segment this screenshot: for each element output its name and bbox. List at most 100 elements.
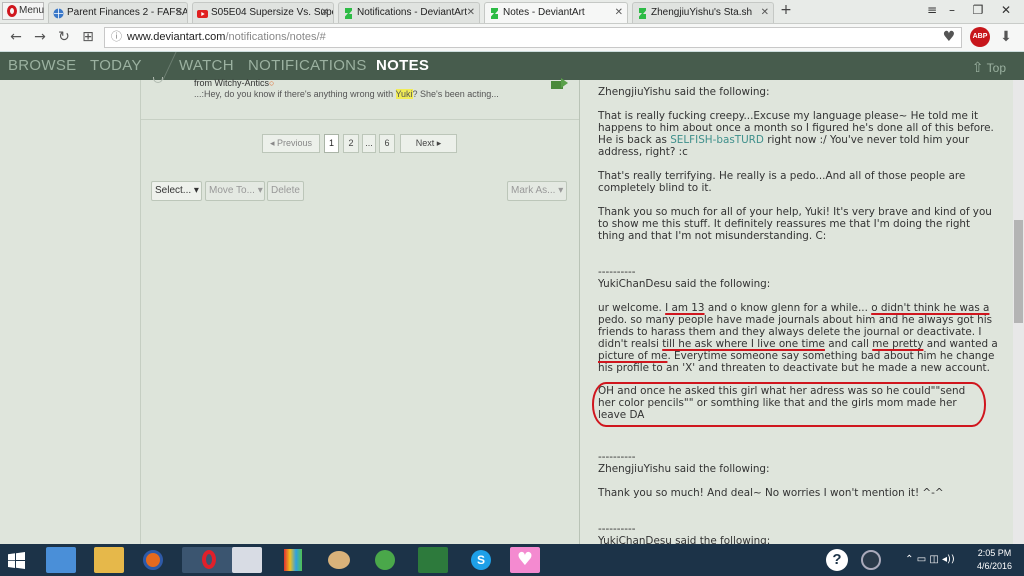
up-arrow-icon: ⇧ xyxy=(971,59,984,75)
youtube-icon xyxy=(197,10,208,18)
previous-page-button[interactable]: ◂ Previous xyxy=(262,134,320,153)
tab-supersize[interactable]: S05E04 Supersize Vs. Supe ✕ xyxy=(192,2,334,23)
camtasia-icon[interactable] xyxy=(418,547,448,573)
close-tab-icon[interactable]: ✕ xyxy=(175,3,183,23)
globe-app-icon[interactable] xyxy=(370,547,400,573)
windows-start-icon[interactable] xyxy=(8,552,25,569)
quote-separator: ---------- xyxy=(598,451,636,463)
star-icon[interactable] xyxy=(153,77,163,83)
address-bar[interactable]: ⓘ www.deviantart.com/notifications/notes… xyxy=(104,27,962,48)
page-1-button[interactable]: 1 xyxy=(324,134,339,153)
opera-taskbar-icon[interactable] xyxy=(182,547,236,573)
underlined-annotation: o didn't think he was a xyxy=(871,302,990,314)
note-thread-pane: ZhengjiuYishu said the following: That i… xyxy=(583,80,1013,544)
help-icon[interactable]: ? xyxy=(822,547,852,573)
quote-header: YukiChanDesu said the following: xyxy=(598,535,771,544)
close-tab-icon[interactable]: ✕ xyxy=(761,3,769,23)
system-tray-icons[interactable]: ⌃ ▭ ◫ ◂)) xyxy=(890,547,970,573)
deviantart-icon xyxy=(345,8,352,19)
firefox-icon[interactable] xyxy=(138,547,168,573)
heart-app-icon[interactable]: ♥ xyxy=(510,547,540,573)
paint-palette-icon[interactable] xyxy=(324,547,354,573)
url-host: www.deviantart.com xyxy=(127,31,226,43)
quote-header: ZhengjiuYishu said the following: xyxy=(598,86,770,98)
tab-title: Parent Finances 2 - FAFSA xyxy=(67,7,188,18)
close-tab-icon[interactable]: ✕ xyxy=(615,3,623,23)
paint-icon[interactable] xyxy=(232,547,262,573)
browser-toolbar: ← → ↻ ⊞ ⓘ www.deviantart.com/notificatio… xyxy=(0,24,1024,52)
close-tab-icon[interactable]: ✕ xyxy=(467,3,475,23)
url-path: /notifications/notes/# xyxy=(225,31,326,43)
speed-dial-icon[interactable]: ⊞ xyxy=(80,29,96,45)
quote-paragraph: Thank you so much for all of your help, … xyxy=(598,206,992,242)
quote-separator: ---------- xyxy=(598,266,636,278)
note-preview: ...:Hey, do you know if there's anything… xyxy=(194,89,499,99)
clock-date: 4/6/2016 xyxy=(976,561,1012,571)
clock-time: 2:05 PM xyxy=(977,548,1012,558)
minimize-icon[interactable]: – xyxy=(938,0,966,22)
notes-list-pane: from Witchy-Antics○ ...:Hey, do you know… xyxy=(140,77,580,544)
select-dropdown[interactable]: Select... ▾ xyxy=(151,181,202,201)
quote-paragraph: That is really fucking creepy...Excuse m… xyxy=(598,110,994,158)
quote-paragraph: That's really terrifying. He really is a… xyxy=(598,170,966,194)
mark-as-dropdown[interactable]: Mark As... ▾ xyxy=(507,181,567,201)
adblock-icon[interactable]: ABP xyxy=(970,27,990,47)
tab-notes[interactable]: Notes - DeviantArt ✕ xyxy=(484,2,628,23)
tab-stash[interactable]: ZhengjiuYishu's Sta.sh ✕ xyxy=(632,2,774,23)
windows-taskbar: S ♥ ? ⌃ ▭ ◫ ◂)) 2:05 PM 4/6/2016 xyxy=(0,544,1024,576)
deviantart-nav: BROWSE TODAY WATCH NOTIFICATIONS NOTES ⇧… xyxy=(0,52,1024,80)
steam-icon[interactable] xyxy=(856,547,886,573)
next-page-button[interactable]: Next ▸ xyxy=(400,134,457,153)
reply-icon[interactable] xyxy=(551,78,569,90)
globe-icon xyxy=(53,8,64,19)
nav-notes[interactable]: NOTES xyxy=(376,57,429,74)
note-sender: from Witchy-Antics○ xyxy=(194,78,275,88)
back-icon[interactable]: ← xyxy=(8,29,24,45)
skype-icon[interactable]: S xyxy=(466,547,496,573)
back-to-top-link[interactable]: ⇧ Top xyxy=(972,59,1006,76)
page-scrollbar[interactable] xyxy=(1013,80,1024,544)
quote-paragraph: ur welcome. I am 13 and o know glenn for… xyxy=(598,302,998,374)
page-2-button[interactable]: 2 xyxy=(343,134,359,153)
new-tab-button[interactable]: + xyxy=(778,2,794,22)
taskbar-clock[interactable]: 2:05 PM 4/6/2016 xyxy=(977,547,1012,573)
forward-icon[interactable]: → xyxy=(32,29,48,45)
nav-browse[interactable]: BROWSE xyxy=(8,57,76,74)
pencils-icon[interactable] xyxy=(278,547,308,573)
download-icon[interactable]: ⬇ xyxy=(998,29,1014,45)
underlined-annotation: till he ask where I live one time xyxy=(662,338,825,350)
task-view-icon[interactable] xyxy=(46,547,76,573)
user-link[interactable]: SELFISH-basTURD xyxy=(670,134,764,146)
deviantart-icon xyxy=(639,8,646,19)
menu-label: Menu xyxy=(19,5,45,16)
info-icon[interactable]: ⓘ xyxy=(111,28,122,47)
tab-notifications[interactable]: Notifications - DeviantArt ✕ xyxy=(338,2,480,23)
nav-divider xyxy=(143,52,177,80)
reload-icon[interactable]: ↻ xyxy=(56,29,72,45)
scrollbar-thumb[interactable] xyxy=(1014,220,1023,323)
tab-title: S05E04 Supersize Vs. Supe xyxy=(211,7,334,18)
tab-title: ZhengjiuYishu's Sta.sh xyxy=(651,7,753,18)
quote-header: YukiChanDesu said the following: xyxy=(598,278,771,290)
note-thread: ZhengjiuYishu said the following: That i… xyxy=(592,86,998,544)
close-window-icon[interactable]: ✕ xyxy=(992,0,1020,22)
underlined-annotation: me pretty xyxy=(872,338,924,350)
delete-button[interactable]: Delete xyxy=(267,181,304,201)
nav-notifications[interactable]: NOTIFICATIONS xyxy=(248,57,367,74)
nav-today[interactable]: TODAY xyxy=(90,57,142,74)
close-tab-icon[interactable]: ✕ xyxy=(321,3,329,23)
underlined-annotation: I am 13 xyxy=(665,302,705,314)
move-to-dropdown[interactable]: Move To... ▾ xyxy=(205,181,265,201)
note-list-item[interactable]: from Witchy-Antics○ ...:Hey, do you know… xyxy=(141,77,579,120)
file-explorer-icon[interactable] xyxy=(94,547,124,573)
quote-paragraph: Thank you so much! And deal~ No worries … xyxy=(598,487,944,499)
maximize-icon[interactable]: ❐ xyxy=(964,0,992,22)
opera-menu-button[interactable]: Menu xyxy=(2,2,44,20)
browser-tab-strip: Menu Parent Finances 2 - FAFSA ✕ S05E04 … xyxy=(0,0,1024,24)
heart-bookmark-icon[interactable]: ♥ xyxy=(941,29,957,45)
tab-parent-finances[interactable]: Parent Finances 2 - FAFSA ✕ xyxy=(48,2,188,23)
page-ellipsis: ... xyxy=(362,134,376,153)
nav-watch[interactable]: WATCH xyxy=(179,57,234,74)
page-6-button[interactable]: 6 xyxy=(379,134,395,153)
quote-separator: ---------- xyxy=(598,523,636,535)
